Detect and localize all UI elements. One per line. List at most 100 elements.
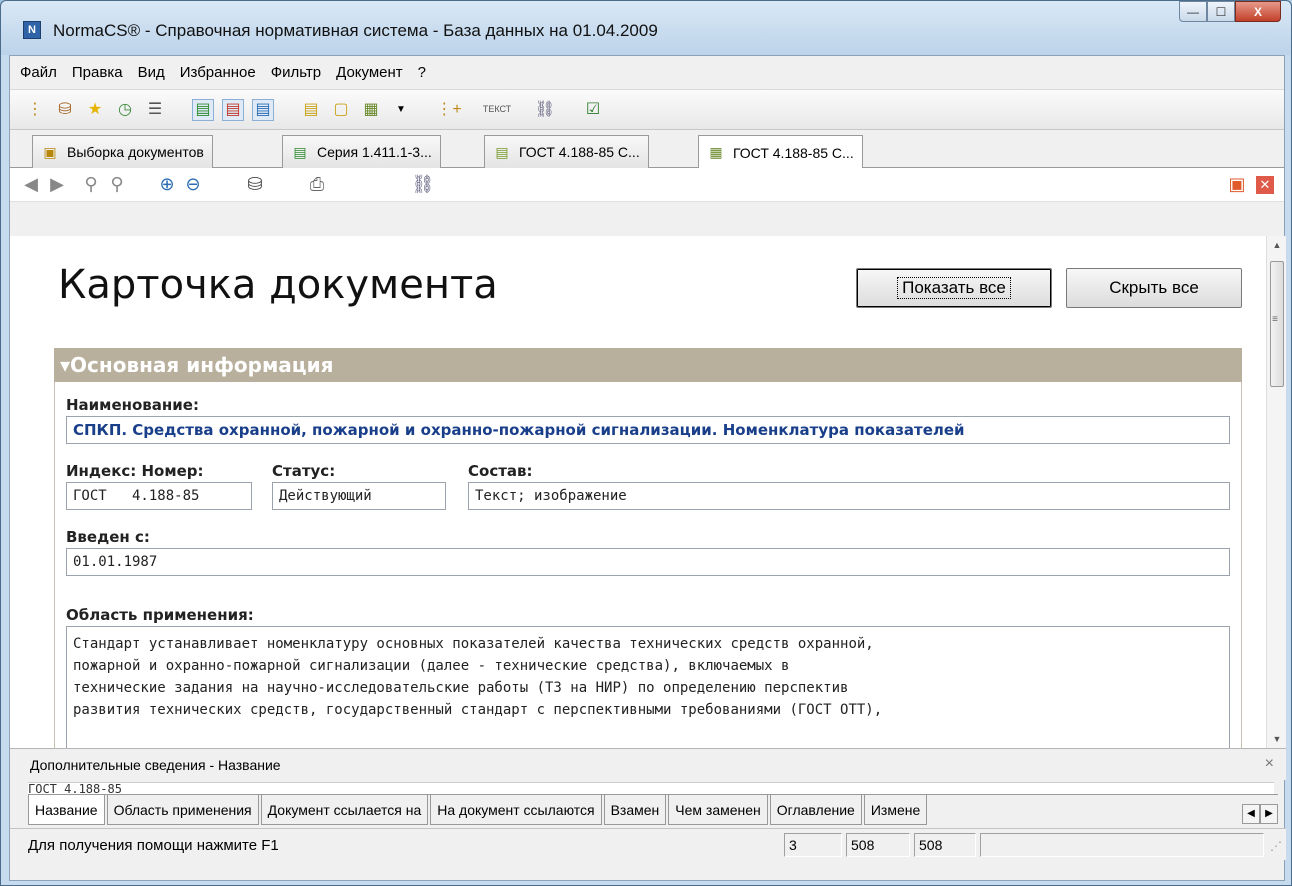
show-all-label: Показать все xyxy=(897,277,1011,299)
doc-copy-icon[interactable]: ▢ xyxy=(330,99,352,121)
print-icon[interactable]: ⎙ xyxy=(306,174,328,196)
scope-label: Область применения: xyxy=(66,606,254,624)
details-panel-text: ГОСТ 4.188-85 xyxy=(28,782,1274,794)
close-tab-icon[interactable]: ✕ xyxy=(1256,175,1274,194)
star-icon[interactable]: ★ xyxy=(84,99,106,121)
tab-references[interactable]: Документ ссылается на xyxy=(260,795,429,825)
window-title: NormaCS® - Справочная нормативная систем… xyxy=(53,21,658,40)
tab-referenced-by[interactable]: На документ ссылаются xyxy=(430,795,602,825)
details-tabs: Название Область применения Документ ссы… xyxy=(28,794,1278,826)
tab-label: ГОСТ 4.188-85 С... xyxy=(733,144,854,161)
menu-edit[interactable]: Правка xyxy=(72,64,123,81)
zoom-out-icon[interactable]: ⊖ xyxy=(182,174,204,196)
tab-changes[interactable]: Измене xyxy=(863,795,928,825)
status-panel-2: 508 xyxy=(846,833,910,857)
doc-green-icon[interactable]: ▤ xyxy=(192,98,214,121)
menu-filter[interactable]: Фильтр xyxy=(271,64,321,81)
details-panel-title: Дополнительные сведения - Название xyxy=(30,756,281,773)
status-help-text: Для получения помощи нажмите F1 xyxy=(28,837,279,854)
tab-gost-2[interactable]: ▦ ГОСТ 4.188-85 С... xyxy=(698,135,863,169)
composition-label: Состав: xyxy=(468,462,533,480)
binoculars-icon[interactable]: ⛁ xyxy=(54,99,76,121)
document-card: Карточка документа Показать все Скрыть в… xyxy=(10,236,1266,748)
text-icon[interactable]: ТЕКСТ xyxy=(483,99,511,121)
menu-document[interactable]: Документ xyxy=(336,64,403,81)
scroll-down-icon[interactable]: ▼ xyxy=(1267,730,1287,748)
link-icon[interactable]: ⛓ xyxy=(534,99,556,121)
page-title: Карточка документа xyxy=(58,262,498,308)
doc-green-icon: ▤ xyxy=(293,143,307,160)
link-icon[interactable]: ⛓ xyxy=(412,174,435,196)
undock-icon[interactable]: ▣ xyxy=(1226,174,1248,196)
tab-name[interactable]: Название xyxy=(28,795,105,825)
doc-blue-icon[interactable]: ▤ xyxy=(252,98,274,121)
tab-series[interactable]: ▤ Серия 1.411.1-3... xyxy=(282,135,441,168)
index-label: Индекс: Номер: xyxy=(66,462,204,480)
history-icon[interactable]: ◷ xyxy=(114,99,136,121)
maximize-button[interactable]: ☐ xyxy=(1207,1,1235,22)
scroll-grip-icon: ≡ xyxy=(1272,314,1278,325)
doc-light-icon: ▤ xyxy=(495,143,509,160)
tree-back-icon[interactable]: ⚲ xyxy=(80,174,102,196)
tab-scroll-right-icon[interactable]: ▶ xyxy=(1260,804,1278,824)
section-main-info[interactable]: ▾Основная информация xyxy=(54,348,1242,382)
menu-bar: Файл Правка Вид Избранное Фильтр Докумен… xyxy=(10,56,1284,90)
menu-favorites[interactable]: Избранное xyxy=(180,64,256,81)
hide-all-button[interactable]: Скрыть все xyxy=(1066,268,1242,308)
check-doc-icon[interactable]: ☑ xyxy=(582,99,604,121)
zoom-in-icon[interactable]: ⊕ xyxy=(156,174,178,196)
tree-add-icon[interactable]: ⋮+ xyxy=(436,99,461,121)
vertical-scrollbar[interactable]: ▲ ≡ ▼ xyxy=(1266,236,1286,748)
tab-label: Серия 1.411.1-3... xyxy=(317,144,432,160)
composition-value: Текст; изображение xyxy=(468,482,1230,510)
app-logo-icon: N xyxy=(23,21,41,39)
index-value: ГОСТ 4.188-85 xyxy=(66,482,252,510)
menu-file[interactable]: Файл xyxy=(20,64,57,81)
tab-selection[interactable]: ▣ Выборка документов xyxy=(32,135,213,168)
tab-gost-1[interactable]: ▤ ГОСТ 4.188-85 С... xyxy=(484,135,649,168)
folder-docs-icon: ▣ xyxy=(43,143,57,160)
title-bar[interactable]: N NormaCS® - Справочная нормативная сист… xyxy=(1,1,1291,55)
minimize-button[interactable]: — xyxy=(1179,1,1207,22)
card-icon: ▦ xyxy=(709,144,723,160)
list-icon[interactable]: ☰ xyxy=(144,99,166,121)
tab-replaces[interactable]: Взамен xyxy=(603,795,667,825)
tab-replaced-by[interactable]: Чем заменен xyxy=(668,795,768,825)
window-controls: — ☐ X xyxy=(1179,1,1281,22)
status-panel-3: 508 xyxy=(914,833,976,857)
tab-contents[interactable]: Оглавление xyxy=(769,795,862,825)
menu-view[interactable]: Вид xyxy=(138,64,165,81)
tab-label: Выборка документов xyxy=(67,144,204,160)
status-panel-1: 3 xyxy=(784,833,842,857)
find-icon[interactable]: ⛁ xyxy=(244,174,266,196)
forward-icon[interactable]: ▶ xyxy=(46,174,68,196)
tree-forward-icon[interactable]: ⚲ xyxy=(106,174,128,196)
menu-help[interactable]: ? xyxy=(418,64,426,81)
doc-red-icon[interactable]: ▤ xyxy=(222,98,244,121)
panel-close-icon[interactable]: × xyxy=(1265,755,1274,773)
introduced-label: Введен с: xyxy=(66,528,150,546)
details-panel-header: Дополнительные сведения - Название × xyxy=(10,748,1286,780)
back-icon[interactable]: ◀ xyxy=(20,174,42,196)
tab-scroll-arrows: ◀ ▶ xyxy=(1242,804,1278,824)
close-button[interactable]: X xyxy=(1235,1,1281,22)
resize-grip-icon[interactable]: ⋰ xyxy=(1270,839,1282,853)
app-window: N NormaCS® - Справочная нормативная сист… xyxy=(0,0,1292,886)
tree-icon[interactable]: ⋮ xyxy=(24,99,46,121)
document-toolbar: ◀ ▶ ⚲ ⚲ ⊕ ⊖ ⛁ ⎙ ⛓ ▣ ✕ xyxy=(10,168,1284,202)
status-label: Статус: xyxy=(272,462,336,480)
status-bar: Для получения помощи нажмите F1 3 508 50… xyxy=(10,828,1286,860)
chevron-down-icon[interactable]: ▼ xyxy=(390,99,412,121)
doc-yellow-icon[interactable]: ▤ xyxy=(300,99,322,121)
status-value: Действующий xyxy=(272,482,446,510)
document-tabs: ▣ Выборка документов ▤ Серия 1.411.1-3..… xyxy=(10,130,1284,169)
tab-scroll-left-icon[interactable]: ◀ xyxy=(1242,804,1260,824)
tab-scope[interactable]: Область применения xyxy=(106,795,259,825)
name-label: Наименование: xyxy=(66,396,199,414)
scroll-up-icon[interactable]: ▲ xyxy=(1267,236,1287,254)
show-all-button[interactable]: Показать все xyxy=(856,268,1052,308)
scope-value: Стандарт устанавливает номенклатуру осно… xyxy=(66,626,1230,748)
main-toolbar: ⋮ ⛁ ★ ◷ ☰ ▤ ▤ ▤ ▤ ▢ ▦ ▼ ⋮+ ТЕКСТ ⛓ ☑ xyxy=(10,90,1284,130)
name-value: СПКП. Средства охранной, пожарной и охра… xyxy=(66,416,1230,444)
doc-dropdown-icon[interactable]: ▦ xyxy=(360,99,382,121)
